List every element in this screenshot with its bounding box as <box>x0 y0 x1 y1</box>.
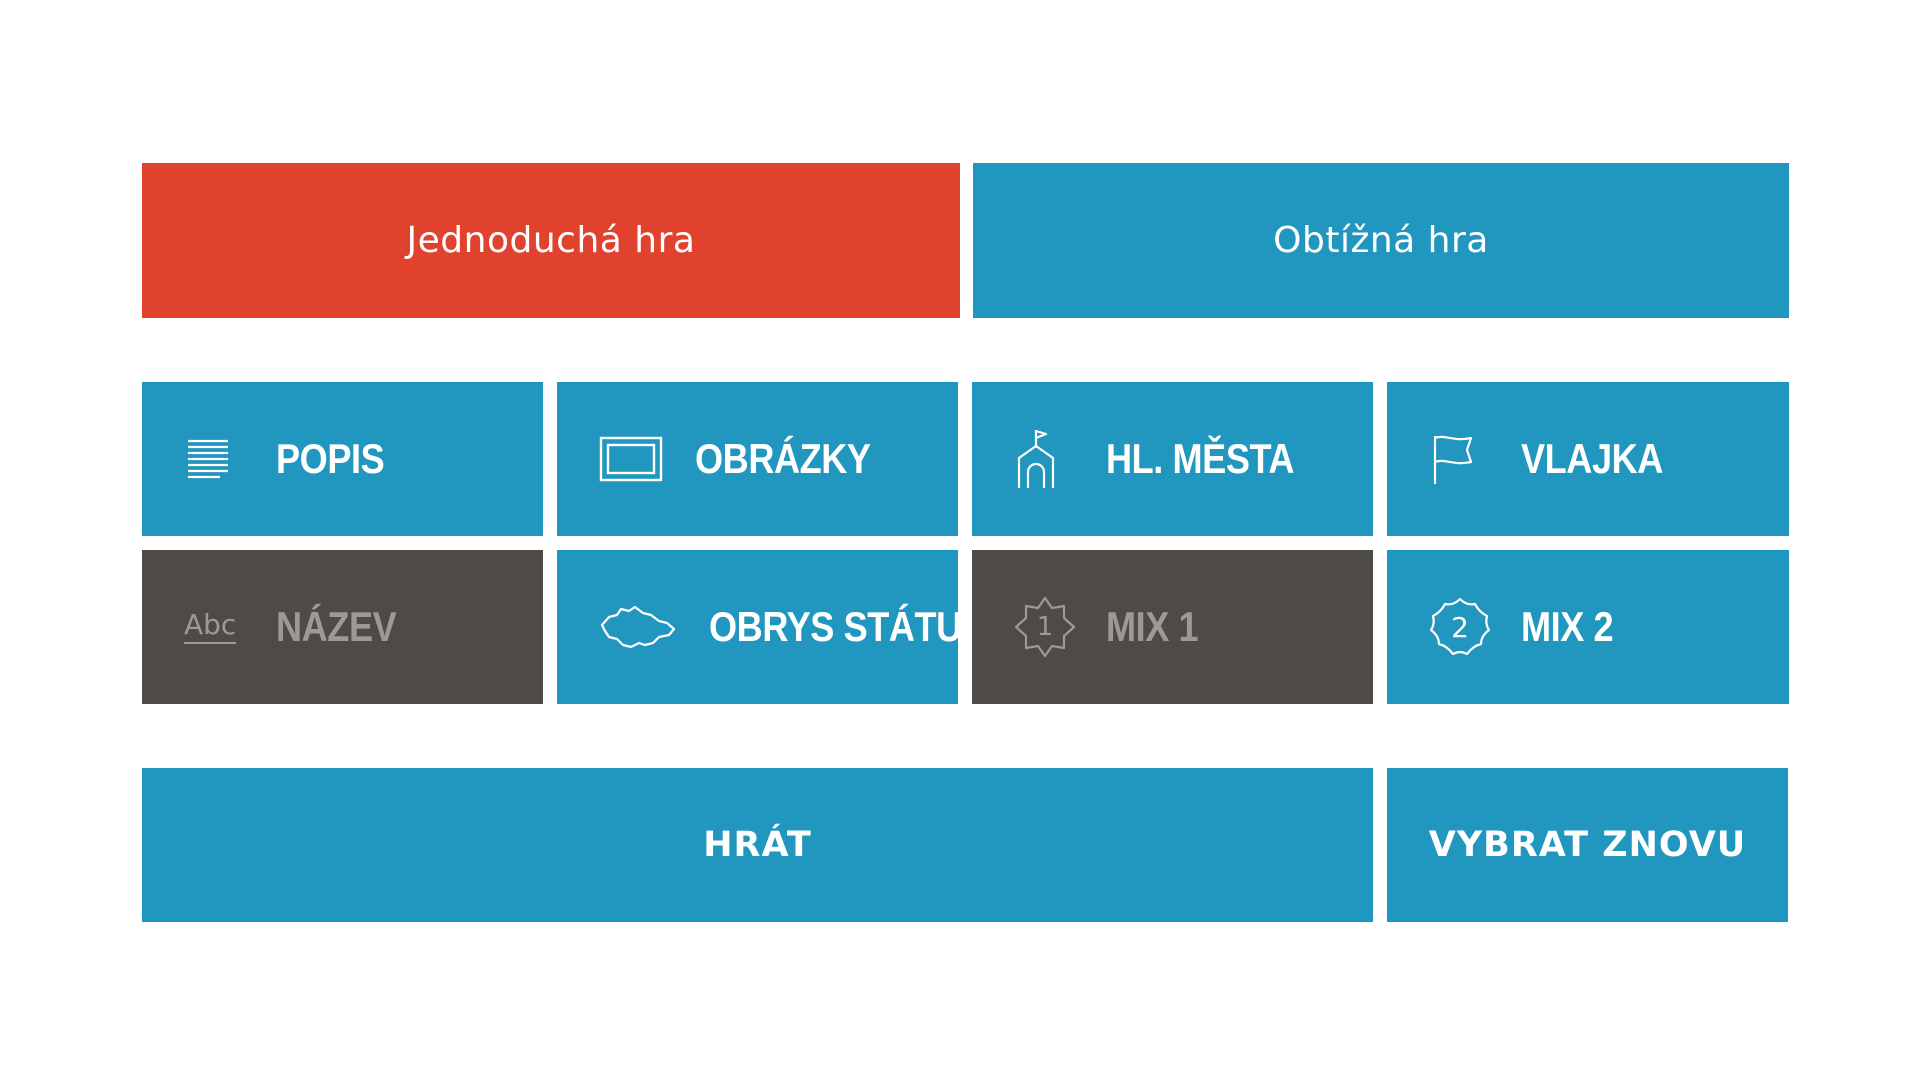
capital-city-icon <box>1014 427 1078 491</box>
category-vlajka-button[interactable]: VLAJKA <box>1387 382 1789 536</box>
category-obrazky-label: OBRÁZKY <box>695 435 871 482</box>
category-mix2-label: MIX 2 <box>1521 603 1614 650</box>
category-nazev-button[interactable]: Abc NÁZEV <box>142 550 543 704</box>
category-mix1-label: MIX 1 <box>1106 603 1199 650</box>
category-popis-label: POPIS <box>276 435 385 482</box>
category-vlajka-label: VLAJKA <box>1521 435 1663 482</box>
hard-mode-button[interactable]: Obtížná hra <box>973 163 1789 318</box>
easy-mode-label: Jednoduchá hra <box>406 220 696 261</box>
text-lines-icon <box>184 427 248 491</box>
category-obrazky-button[interactable]: OBRÁZKY <box>557 382 958 536</box>
category-mix1-button[interactable]: 1 MIX 1 <box>972 550 1373 704</box>
mix-1-badge-digit: 1 <box>1036 612 1054 642</box>
reset-selection-button[interactable]: VYBRAT ZNOVU <box>1387 768 1788 922</box>
category-obrys-button[interactable]: OBRYS STÁTU <box>557 550 962 704</box>
reset-selection-label: VYBRAT ZNOVU <box>1428 825 1747 865</box>
mix-2-badge-icon: 2 <box>1429 595 1493 659</box>
hard-mode-label: Obtížná hra <box>1273 220 1489 261</box>
easy-mode-button[interactable]: Jednoduchá hra <box>142 163 960 318</box>
category-mesta-label: HL. MĚSTA <box>1106 435 1295 482</box>
category-obrys-label: OBRYS STÁTU <box>709 603 962 650</box>
category-popis-button[interactable]: POPIS <box>142 382 543 536</box>
mix-1-badge-icon: 1 <box>1014 595 1078 659</box>
picture-frame-icon <box>599 427 663 491</box>
category-mix2-button[interactable]: 2 MIX 2 <box>1387 550 1789 704</box>
play-button[interactable]: HRÁT <box>142 768 1373 922</box>
abc-text-icon: Abc <box>184 595 248 659</box>
category-nazev-label: NÁZEV <box>276 603 397 650</box>
country-outline-icon <box>599 595 677 659</box>
category-mesta-button[interactable]: HL. MĚSTA <box>972 382 1373 536</box>
play-button-label: HRÁT <box>703 825 812 865</box>
mix-2-badge-digit: 2 <box>1451 610 1469 644</box>
flag-icon <box>1429 427 1493 491</box>
abc-text-icon-label: Abc <box>184 608 237 641</box>
